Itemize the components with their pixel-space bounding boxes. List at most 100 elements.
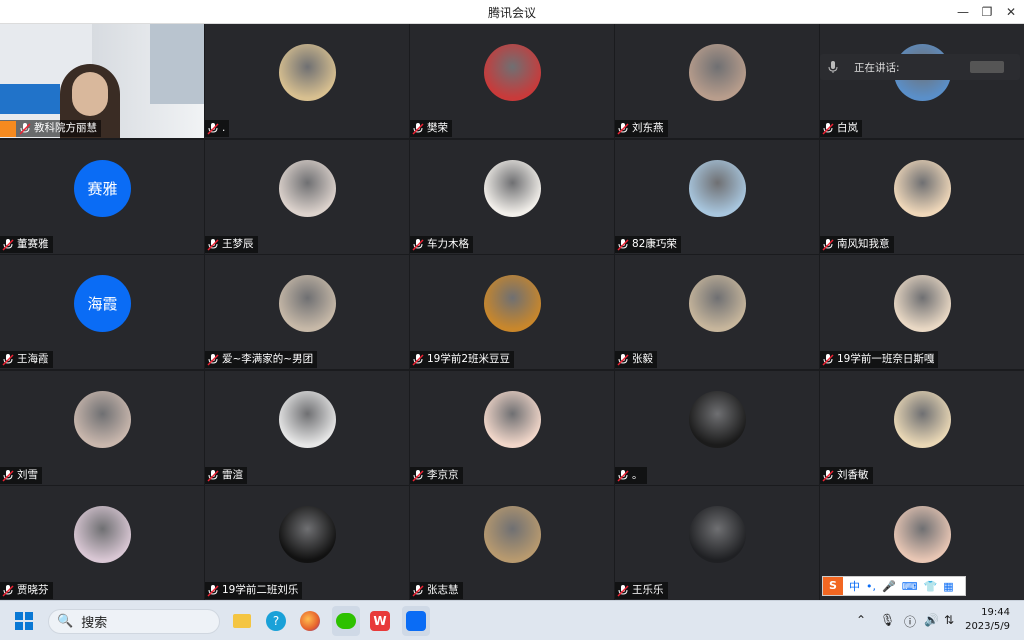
avatar (689, 44, 746, 101)
avatar (689, 275, 746, 332)
windows-start-icon[interactable] (10, 606, 38, 636)
participant-name-tag: 王海霞 (0, 351, 53, 368)
participant-name: 刘香敏 (837, 469, 869, 481)
mic-icon (19, 122, 31, 135)
avatar (279, 44, 336, 101)
clock-date: 2023/5/9 (965, 621, 1010, 632)
avatar-initials: 赛雅 (87, 180, 118, 198)
participant-tile[interactable]: 樊荣 (410, 24, 614, 138)
avatar (894, 506, 951, 563)
restore-button[interactable]: ❐ (976, 2, 998, 22)
participant-tile[interactable]: 海霞王海霞 (0, 255, 204, 369)
participant-tile[interactable]: 刘雪 (0, 371, 204, 485)
tray-chevron-icon[interactable]: ⌃ (856, 613, 866, 627)
search-box[interactable]: 🔍 搜索 (48, 609, 220, 634)
avatar (689, 391, 746, 448)
ime-lang-toggle[interactable]: 中 (849, 578, 860, 594)
mic-icon (412, 469, 424, 482)
participant-tile[interactable]: . (205, 24, 409, 138)
participant-grid: 教科院方丽慧. 樊荣 刘东燕 白岚 赛雅 董赛雅 王梦辰 车力木格 82康巧荣 南风知我意 海霞 王海… (0, 24, 1024, 600)
mic-icon (617, 584, 629, 597)
avatar (74, 391, 131, 448)
ime-keyboard-icon[interactable]: ⌨ (902, 580, 918, 593)
participant-tile[interactable]: 19学前一班奈日斯嘎 (820, 255, 1024, 369)
mic-icon (412, 238, 424, 251)
participant-name-tag: 19学前二班刘乐 (205, 582, 303, 599)
participant-name: . (222, 122, 226, 134)
avatar (894, 391, 951, 448)
participant-name-tag: 李京京 (410, 467, 463, 484)
avatar (689, 160, 746, 217)
participant-name: 张志慧 (427, 584, 459, 596)
participant-tile[interactable]: 19学前2班米豆豆 (410, 255, 614, 369)
participant-name: 。 (632, 469, 643, 481)
window-title: 腾讯会议 (487, 6, 536, 20)
participant-name: 19学前二班刘乐 (222, 584, 299, 596)
participant-tile[interactable]: 李京京 (410, 371, 614, 485)
ime-skin-icon[interactable]: 👕 (924, 580, 938, 593)
participant-name-tag: 王乐乐 (615, 582, 668, 599)
tray-ime-icon[interactable]: ⓘ (904, 613, 916, 630)
mic-icon (207, 469, 219, 482)
participant-tile[interactable]: 雷渲 (205, 371, 409, 485)
mic-icon (412, 353, 424, 366)
participant-tile[interactable]: 19学前二班刘乐 (205, 486, 409, 600)
participant-tile[interactable]: 贾晓芬 (0, 486, 204, 600)
help-icon[interactable]: ? (262, 606, 290, 636)
mic-icon (617, 122, 629, 135)
search-label: 搜索 (81, 616, 108, 631)
file-explorer-icon[interactable] (228, 606, 256, 636)
avatar: 海霞 (74, 275, 131, 332)
participant-name-tag: 刘香敏 (820, 467, 873, 484)
close-button[interactable]: ✕ (1000, 2, 1022, 22)
participant-name: 董赛雅 (17, 238, 49, 250)
participant-name: 刘东燕 (632, 122, 664, 134)
speaking-label: 正在讲话: (854, 62, 900, 74)
avatar (484, 391, 541, 448)
avatar (279, 275, 336, 332)
tray-mic-icon[interactable]: 🎙 (880, 613, 895, 627)
avatar (894, 275, 951, 332)
avatar (484, 160, 541, 217)
ime-toolbox-icon[interactable]: ▦ (943, 580, 953, 593)
participant-name-tag: 刘东燕 (615, 120, 668, 137)
participant-name-tag: 爱~李满家的~男团 (205, 351, 318, 368)
participant-tile[interactable]: 刘香敏 (820, 371, 1024, 485)
participant-tile[interactable]: 刘东燕 (615, 24, 819, 138)
participant-tile[interactable]: 南风知我意 (820, 140, 1024, 254)
tencent-meeting-icon[interactable] (402, 606, 430, 636)
participant-name-tag: 教科院方丽慧 (0, 120, 101, 137)
participant-tile[interactable]: 82康巧荣 (615, 140, 819, 254)
mic-icon (207, 122, 219, 135)
ime-toolbar[interactable]: S 中 •, 🎤 ⌨ 👕 ▦ (822, 576, 966, 596)
participant-tile[interactable]: 车力木格 (410, 140, 614, 254)
participant-tile[interactable]: 张志慧 (410, 486, 614, 600)
participant-tile[interactable]: 。 (615, 371, 819, 485)
participant-name-tag: 雷渲 (205, 467, 247, 484)
participant-name: 王梦辰 (222, 238, 254, 250)
avatar (484, 275, 541, 332)
ime-voice-icon[interactable]: 🎤 (882, 580, 896, 593)
participant-tile[interactable]: 王乐乐 (615, 486, 819, 600)
mic-icon (822, 122, 834, 135)
participant-tile[interactable]: 赛雅董赛雅 (0, 140, 204, 254)
tray-volume-icon[interactable]: 🔊 (924, 613, 939, 627)
participant-tile[interactable]: 王梦辰 (205, 140, 409, 254)
participant-name-tag: 王梦辰 (205, 236, 258, 253)
tray-network-icon[interactable]: ⇅ (944, 613, 954, 627)
minimize-button[interactable]: — (952, 2, 974, 22)
participant-tile[interactable]: 张毅 (615, 255, 819, 369)
participant-name-tag: 19学前一班奈日斯嘎 (820, 351, 939, 368)
wps-icon[interactable]: W (366, 606, 394, 636)
firefox-icon[interactable] (296, 606, 324, 636)
mic-icon (822, 469, 834, 482)
mic-icon (207, 353, 219, 366)
participant-tile[interactable]: 白岚 (820, 24, 1024, 138)
ime-punct-toggle[interactable]: •, (866, 580, 876, 593)
participant-name: 樊荣 (427, 122, 448, 134)
participant-tile[interactable]: 爱~李满家的~男团 (205, 255, 409, 369)
wechat-icon[interactable] (332, 606, 360, 636)
mic-icon (828, 61, 838, 73)
participant-tile[interactable]: 教科院方丽慧 (0, 24, 204, 138)
system-clock[interactable]: 19:44 2023/5/9 (965, 606, 1010, 634)
